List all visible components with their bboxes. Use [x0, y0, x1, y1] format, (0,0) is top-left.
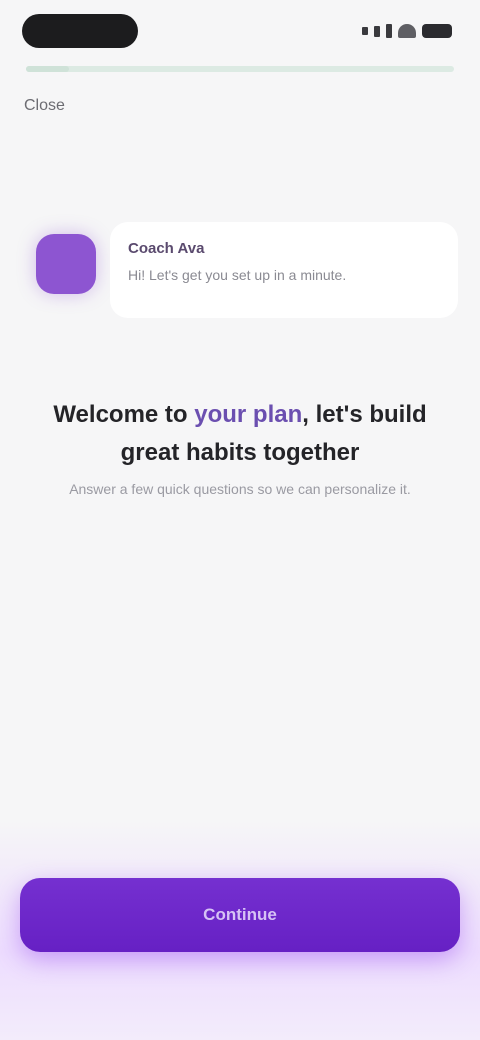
onboarding-progress-bar [26, 66, 454, 72]
page-subtitle: Answer a few quick questions so we can p… [69, 481, 411, 497]
title-start: Welcome to [53, 401, 195, 428]
close-button[interactable]: Close [24, 86, 96, 126]
progress-fill [26, 66, 69, 72]
avatar [36, 234, 96, 294]
continue-button[interactable]: Continue [20, 878, 460, 952]
status-bar [0, 0, 480, 64]
signal-icon [362, 27, 368, 35]
wifi-icon [398, 24, 416, 38]
battery-icon [422, 24, 452, 38]
signal-icon [374, 25, 380, 37]
message-text: Hi! Let's get you set up in a minute. [128, 267, 347, 283]
signal-icon [386, 24, 392, 38]
title-accent: your plan [194, 401, 303, 428]
message-sender: Coach Ava [128, 240, 205, 257]
message-bubble: Coach Ava Hi! Let's get you set up in a … [110, 222, 458, 318]
time-pill [22, 14, 138, 48]
page-title: Welcome to your plan, let's build great … [32, 396, 448, 472]
coach-message: Coach Ava Hi! Let's get you set up in a … [32, 222, 460, 322]
status-icons [362, 22, 452, 40]
